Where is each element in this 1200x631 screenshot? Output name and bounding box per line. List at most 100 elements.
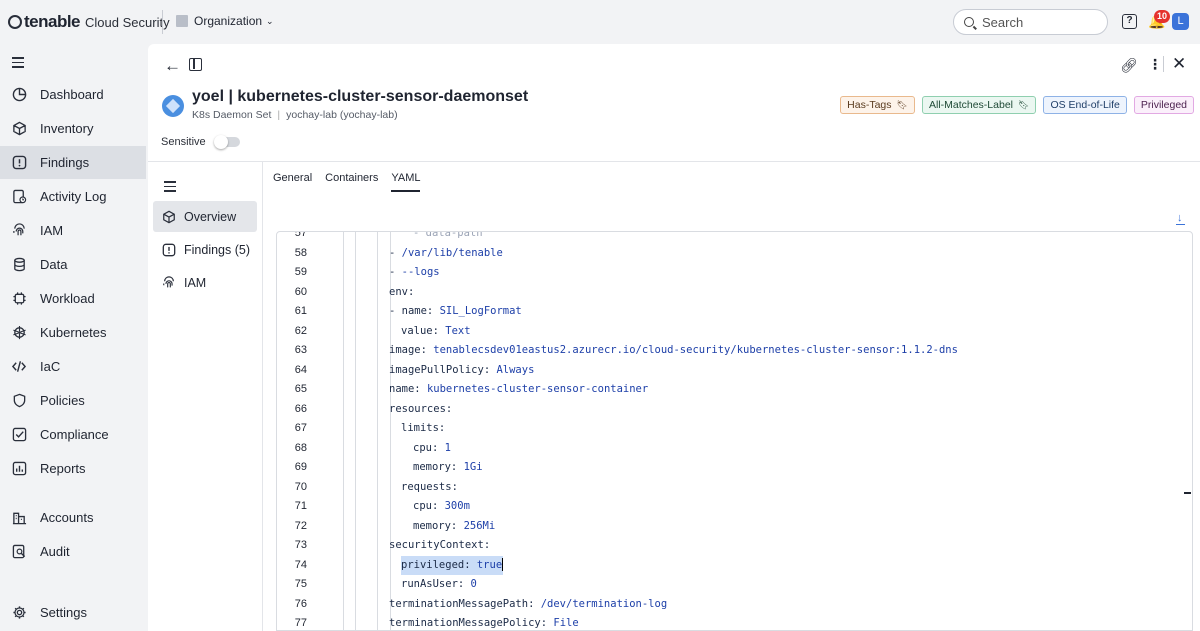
code-line[interactable]: 72 memory: 256Mi xyxy=(277,517,1192,537)
sensitive-toggle[interactable] xyxy=(213,135,240,149)
code-line[interactable]: 74 privileged: true xyxy=(277,555,1192,575)
tag-os-end-of-life[interactable]: OS End-of-Life xyxy=(1043,96,1127,114)
download-icon[interactable]: ↓ xyxy=(1176,212,1185,225)
sidebar-item-inventory[interactable]: Inventory xyxy=(0,112,146,145)
yaml-value: /var/lib/tenable xyxy=(401,246,503,259)
yaml-value: Text xyxy=(445,324,471,337)
tab-general[interactable]: General xyxy=(273,172,312,192)
tenable-logo[interactable]: tenable Cloud Security xyxy=(8,12,170,32)
close-icon[interactable]: ✕ xyxy=(1172,54,1186,74)
header-divider-line xyxy=(148,161,1200,162)
yaml-key: securityContext: xyxy=(389,539,491,551)
detail-tabs: General Containers YAML xyxy=(273,172,421,192)
yaml-key: - data-path xyxy=(413,231,483,239)
code-line[interactable]: 60 env: xyxy=(277,283,1192,303)
inner-nav-iam[interactable]: IAM xyxy=(153,267,257,298)
code-text: resources: xyxy=(389,400,452,420)
code-line[interactable]: 65 name: kubernetes-cluster-sensor-contai… xyxy=(277,380,1192,400)
yaml-key: requests: xyxy=(401,480,458,493)
inner-nav-divider xyxy=(262,161,263,631)
code-text: - /var/lib/tenable xyxy=(389,244,503,264)
code-line[interactable]: 67 limits: xyxy=(277,419,1192,439)
inner-nav-findings[interactable]: Findings (5) xyxy=(153,234,257,265)
sidebar-item-accounts[interactable]: Accounts xyxy=(0,501,146,534)
line-number: 74 xyxy=(294,558,307,571)
sensitive-row: Sensitive xyxy=(161,135,240,149)
sidebar-item-workload[interactable]: Workload xyxy=(0,282,146,315)
tag-has-tags[interactable]: Has-Tags 🔖︎ xyxy=(840,96,915,114)
top-bar: tenable Cloud Security Organization ⌄ Se… xyxy=(0,0,1200,44)
avatar[interactable]: L xyxy=(1172,13,1189,30)
code-line[interactable]: 62 value: Text xyxy=(277,322,1192,342)
code-line[interactable]: 71 cpu: 300m xyxy=(277,497,1192,517)
accounts-icon xyxy=(11,510,27,526)
toggle-pane-icon[interactable] xyxy=(189,58,202,71)
inner-menu-icon[interactable] xyxy=(164,181,176,195)
resource-type: K8s Daemon Set xyxy=(192,109,272,121)
code-line[interactable]: 70 requests: xyxy=(277,478,1192,498)
yaml-key: privileged: xyxy=(401,558,477,571)
code-line[interactable]: 69 memory: 1Gi xyxy=(277,458,1192,478)
organization-selector[interactable]: Organization ⌄ xyxy=(176,14,274,28)
sidebar-item-activity-log[interactable]: Activity Log xyxy=(0,180,146,213)
yaml-value: Always xyxy=(496,363,535,376)
back-arrow-icon[interactable]: ← xyxy=(164,56,181,76)
resource-account[interactable]: yochay-lab (yochay-lab) xyxy=(286,109,397,121)
sidebar-item-label: Audit xyxy=(40,544,70,559)
tab-containers[interactable]: Containers xyxy=(325,172,378,192)
yaml-key: terminationMessagePolicy: xyxy=(389,617,554,629)
code-line[interactable]: 57 - data-path xyxy=(277,231,1192,244)
code-text: limits: xyxy=(401,419,445,439)
tab-yaml[interactable]: YAML xyxy=(391,172,421,192)
yaml-value: tenablecsdev01eastus2.azurecr.io/cloud-s… xyxy=(433,344,958,356)
subtitle-separator: | xyxy=(277,109,281,121)
sidebar-item-iac[interactable]: IaC xyxy=(0,350,146,383)
search-box[interactable]: Search xyxy=(953,9,1108,35)
code-text: cpu: 300m xyxy=(413,497,470,517)
code-line[interactable]: 58 - /var/lib/tenable xyxy=(277,244,1192,264)
code-line[interactable]: 75 runAsUser: 0 xyxy=(277,575,1192,595)
yaml-key: memory: xyxy=(413,461,464,473)
code-line[interactable]: 68 cpu: 1 xyxy=(277,439,1192,459)
code-line[interactable]: 76 terminationMessagePath: /dev/terminati… xyxy=(277,595,1192,615)
code-line[interactable]: 73 securityContext: xyxy=(277,536,1192,556)
line-number: 69 xyxy=(294,461,307,473)
inner-nav-overview[interactable]: Overview xyxy=(153,201,257,232)
sidebar-item-iam[interactable]: IAM xyxy=(0,214,146,247)
code-line[interactable]: 59 - --logs xyxy=(277,263,1192,283)
sidebar-item-label: Dashboard xyxy=(40,87,104,102)
yaml-key: name: xyxy=(389,383,427,395)
code-line[interactable]: 77 terminationMessagePolicy: File xyxy=(277,614,1192,630)
yaml-key: env: xyxy=(389,285,415,298)
code-line[interactable]: 61 - name: SIL_LogFormat xyxy=(277,302,1192,322)
menu-icon[interactable] xyxy=(12,57,24,71)
code-text: - name: SIL_LogFormat xyxy=(389,302,522,322)
yaml-key: runAsUser: xyxy=(401,578,471,590)
sidebar-item-kubernetes[interactable]: Kubernetes xyxy=(0,316,146,349)
yaml-editor[interactable]: 57 - data-path 58 - /var/lib/tenable 59 - --l… xyxy=(276,231,1193,631)
more-options-icon[interactable]: ⋮ xyxy=(1148,56,1162,73)
sidebar-item-audit[interactable]: Audit xyxy=(0,535,146,568)
link-icon[interactable]: 🔗︎ xyxy=(1120,57,1138,74)
sidebar-item-findings[interactable]: Findings xyxy=(0,146,146,179)
sidebar-item-data[interactable]: Data xyxy=(0,248,146,281)
help-icon[interactable]: ? xyxy=(1122,14,1137,29)
sidebar-item-compliance[interactable]: Compliance xyxy=(0,418,146,451)
sidebar-item-policies[interactable]: Policies xyxy=(0,384,146,417)
tag-all-matches-label[interactable]: All-Matches-Label 🔖︎ xyxy=(921,96,1037,114)
code-line[interactable]: 66 resources: xyxy=(277,400,1192,420)
sidebar-item-settings[interactable]: Settings xyxy=(0,596,146,629)
line-number: 60 xyxy=(294,285,307,298)
code-text: memory: 256Mi xyxy=(413,517,495,537)
bookmark-icon: 🔖︎ xyxy=(896,99,908,110)
code-line[interactable]: 64 imagePullPolicy: Always xyxy=(277,361,1192,381)
code-text: name: kubernetes-cluster-sensor-containe… xyxy=(389,380,648,400)
scrollbar-marker[interactable] xyxy=(1184,492,1191,494)
line-number: 65 xyxy=(294,383,307,395)
tag-privileged[interactable]: Privileged xyxy=(1133,96,1194,114)
sidebar-item-reports[interactable]: Reports xyxy=(0,452,146,485)
cube-icon xyxy=(11,121,27,137)
code-line[interactable]: 63 image: tenablecsdev01eastus2.azurecr.i… xyxy=(277,341,1192,361)
inner-nav-label: Overview xyxy=(184,209,237,224)
sidebar-item-dashboard[interactable]: Dashboard xyxy=(0,78,146,111)
